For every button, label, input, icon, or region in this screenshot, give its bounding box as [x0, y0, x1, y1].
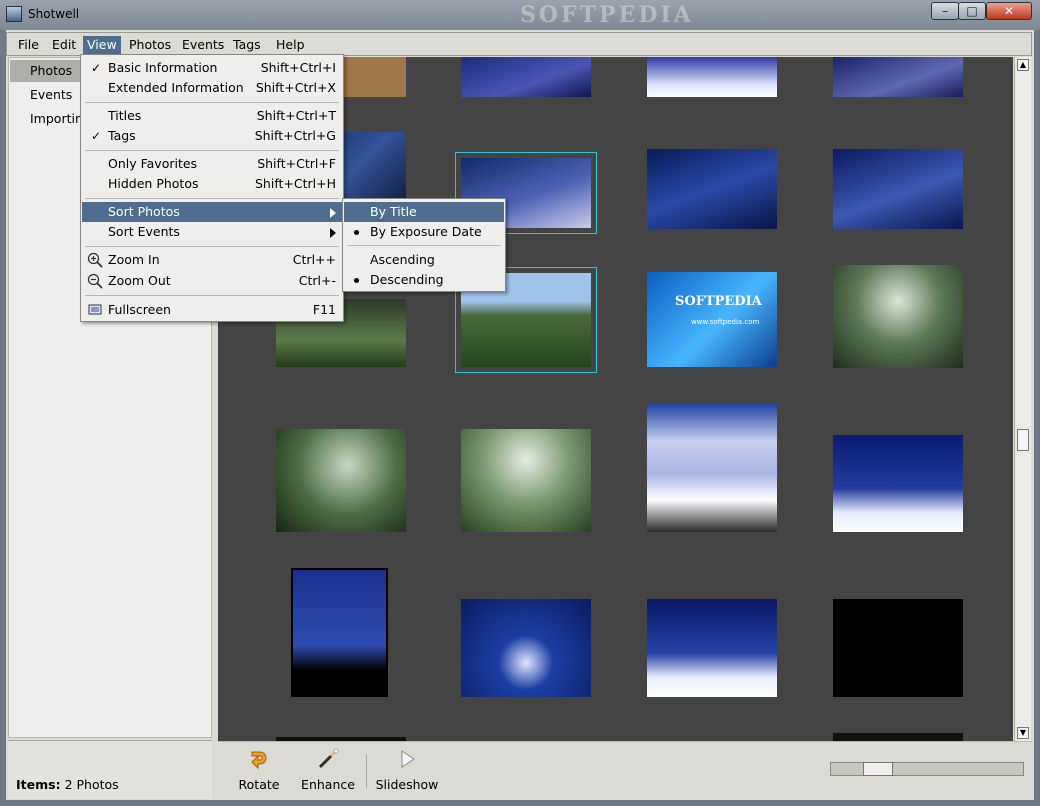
menu-separator [85, 150, 339, 151]
menu-separator [347, 245, 501, 246]
submenu-arrow-icon [330, 228, 336, 238]
menu-help[interactable]: Help [272, 36, 309, 54]
sort-photos-submenu: By Title By Exposure Date Ascending Desc… [342, 198, 506, 292]
items-count: 2 Photos [64, 777, 119, 792]
bullet-icon [354, 230, 359, 235]
menu-item-basic-information[interactable]: ✓ Basic Information Shift+Ctrl+I [82, 58, 342, 78]
photo-watermark: SOFTPEDIA [675, 294, 762, 309]
window-title: Shotwell [28, 7, 80, 21]
zoom-out-icon [87, 273, 103, 289]
main-frame: File Edit View Photos Events Tags Help P… [6, 30, 1034, 800]
rotate-icon [251, 751, 267, 770]
photo-thumbnail[interactable] [647, 57, 777, 97]
menu-tags[interactable]: Tags [229, 36, 265, 54]
photo-thumbnail[interactable] [833, 149, 963, 229]
bullet-icon [354, 278, 359, 283]
minimize-icon[interactable]: – [931, 2, 959, 20]
menu-item-extended-information[interactable]: Extended Information Shift+Ctrl+X [82, 78, 342, 98]
menu-separator [85, 198, 339, 199]
scroll-up-icon[interactable]: ▲ [1017, 59, 1029, 71]
photo-thumbnail[interactable] [833, 435, 963, 532]
menu-item-hidden-photos[interactable]: Hidden Photos Shift+Ctrl+H [82, 174, 342, 194]
photo-thumbnail[interactable] [647, 403, 777, 532]
app-icon [6, 6, 22, 22]
bottom-toolbar: Rotate Enhance Slideshow [218, 741, 1032, 800]
menu-photos[interactable]: Photos [125, 36, 175, 54]
close-icon[interactable]: ✕ [986, 2, 1032, 20]
menu-item-zoom-in[interactable]: Zoom In Ctrl++ [82, 250, 342, 270]
check-icon: ✓ [91, 61, 102, 75]
photo-thumbnail[interactable] [291, 568, 388, 697]
fullscreen-icon [88, 304, 102, 315]
photo-thumbnail[interactable] [461, 57, 591, 97]
zoom-slider[interactable] [830, 762, 1024, 776]
maximize-icon[interactable]: □ [958, 2, 986, 20]
enhance-label: Enhance [301, 777, 355, 792]
check-icon: ✓ [91, 129, 102, 143]
submenu-arrow-icon [330, 208, 336, 218]
items-label: Items: [16, 777, 61, 792]
menu-item-ascending[interactable]: Ascending [344, 250, 504, 270]
photo-thumbnail[interactable] [276, 429, 406, 532]
title-bar: Shotwell SOFTPEDIA – □ ✕ [0, 0, 1040, 30]
menu-item-by-title[interactable]: By Title [344, 202, 504, 222]
slideshow-button[interactable]: Slideshow [374, 748, 440, 792]
menu-item-by-exposure-date[interactable]: By Exposure Date [344, 222, 504, 242]
photo-thumbnail[interactable] [833, 265, 963, 368]
menu-separator [85, 246, 339, 247]
app-window: Shotwell SOFTPEDIA – □ ✕ File Edit View … [0, 0, 1040, 806]
photo-thumbnail[interactable] [647, 599, 777, 697]
photo-thumbnail[interactable] [461, 429, 591, 532]
toolbar-separator [366, 754, 367, 788]
zoom-in-icon [87, 252, 103, 268]
view-menu: ✓ Basic Information Shift+Ctrl+I Extende… [80, 54, 344, 322]
enhance-icon [318, 748, 339, 769]
menu-item-titles[interactable]: Titles Shift+Ctrl+T [82, 106, 342, 126]
menu-separator [85, 295, 339, 296]
zoom-slider-handle[interactable] [863, 762, 893, 776]
slideshow-label: Slideshow [375, 777, 439, 792]
photo-thumbnail[interactable] [647, 149, 777, 229]
menu-bar: File Edit View Photos Events Tags Help [6, 32, 1032, 56]
photo-thumbnail[interactable]: SOFTPEDIA www.softpedia.com [647, 272, 777, 367]
menu-item-tags[interactable]: ✓ Tags Shift+Ctrl+G [82, 126, 342, 146]
status-pane: Items: 2 Photos [8, 740, 212, 799]
photo-url-text: www.softpedia.com [691, 318, 760, 326]
enhance-button[interactable]: Enhance [300, 748, 356, 792]
rotate-label: Rotate [238, 777, 280, 792]
watermark: SOFTPEDIA [520, 2, 694, 28]
scroll-down-icon[interactable]: ▼ [1017, 727, 1029, 739]
menu-item-only-favorites[interactable]: Only Favorites Shift+Ctrl+F [82, 154, 342, 174]
photo-thumbnail[interactable] [461, 599, 591, 697]
photo-thumbnail[interactable] [833, 599, 963, 697]
menu-separator [85, 102, 339, 103]
menu-item-zoom-out[interactable]: Zoom Out Ctrl+- [82, 271, 342, 291]
menu-events[interactable]: Events [178, 36, 228, 54]
photo-thumbnail[interactable] [833, 57, 963, 97]
menu-view[interactable]: View [83, 36, 121, 54]
menu-item-sort-events[interactable]: Sort Events [82, 222, 342, 242]
rotate-button[interactable]: Rotate [234, 748, 284, 792]
scroll-thumb[interactable] [1017, 429, 1029, 451]
menu-file[interactable]: File [14, 36, 43, 54]
menu-item-fullscreen[interactable]: Fullscreen F11 [82, 300, 342, 320]
slideshow-icon [401, 750, 415, 768]
vertical-scrollbar[interactable]: ▲ ▼ [1014, 57, 1031, 741]
menu-edit[interactable]: Edit [48, 36, 80, 54]
menu-item-descending[interactable]: Descending [344, 270, 504, 290]
menu-item-sort-photos[interactable]: Sort Photos [82, 202, 342, 222]
photo-thumbnail[interactable] [833, 733, 963, 741]
